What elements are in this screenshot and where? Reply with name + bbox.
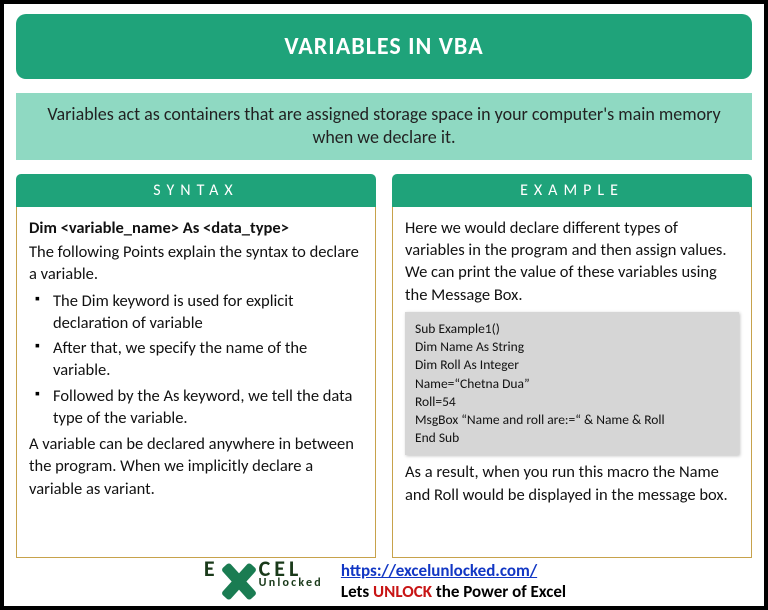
example-header: EXAMPLE [392, 174, 752, 207]
footer: E CEL Unlocked https://excelunlocked.com… [16, 558, 752, 603]
code-line: Sub Example1() [415, 320, 729, 338]
tag-pre: Lets [341, 581, 373, 602]
code-line: Name=“Chetna Dua” [415, 375, 729, 393]
syntax-column: SYNTAX Dim <variable_name> As <data_type… [16, 174, 376, 558]
code-line: Dim Roll As Integer [415, 356, 729, 374]
code-line: Dim Name As String [415, 338, 729, 356]
example-lead: Here we would declare different types of… [405, 217, 739, 306]
syntax-declaration: Dim <variable_name> As <data_type> [29, 217, 363, 239]
syntax-tail: A variable can be declared anywhere in b… [29, 433, 363, 500]
list-item: Followed by the As keyword, we tell the … [35, 385, 363, 430]
document-frame: VARIABLES IN VBA Variables act as contai… [0, 0, 768, 610]
footer-tagline: Lets UNLOCK the Power of Excel [341, 581, 566, 602]
syntax-points: The Dim keyword is used for explicit dec… [29, 290, 363, 430]
footer-text: https://excelunlocked.com/ Lets UNLOCK t… [341, 560, 566, 603]
tag-unlock: UNLOCK [373, 581, 432, 602]
list-item: The Dim keyword is used for explicit dec… [35, 290, 363, 335]
syntax-header: SYNTAX [16, 174, 376, 207]
code-line: End Sub [415, 429, 729, 447]
code-block: Sub Example1() Dim Name As String Dim Ro… [405, 312, 739, 456]
list-item: After that, we specify the name of the v… [35, 337, 363, 382]
tag-post: the Power of Excel [432, 581, 566, 602]
code-line: Roll=54 [415, 393, 729, 411]
page-title: VARIABLES IN VBA [16, 14, 752, 79]
intro-text: Variables act as containers that are ass… [16, 93, 752, 160]
code-line: MsgBox “Name and roll are:=“ & Name & Ro… [415, 411, 729, 429]
logo-x-icon [219, 560, 259, 602]
logo: E CEL Unlocked [202, 560, 323, 602]
syntax-body: Dim <variable_name> As <data_type> The f… [16, 207, 376, 558]
logo-bottom-text: Unlocked [259, 578, 323, 588]
footer-link[interactable]: https://excelunlocked.com/ [341, 560, 537, 581]
columns: SYNTAX Dim <variable_name> As <data_type… [16, 174, 752, 558]
syntax-lead: The following Points explain the syntax … [29, 241, 363, 286]
example-column: EXAMPLE Here we would declare different … [392, 174, 752, 558]
example-tail: As a result, when you run this macro the… [405, 461, 739, 506]
example-body: Here we would declare different types of… [392, 207, 752, 558]
